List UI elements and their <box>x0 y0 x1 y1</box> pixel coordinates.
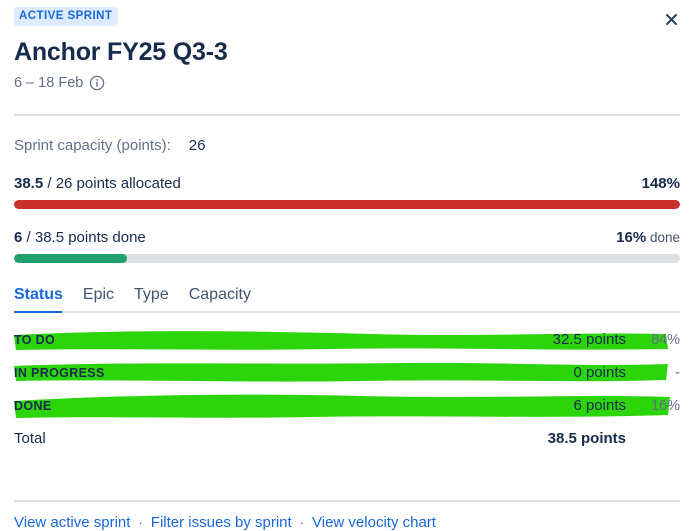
points-done-text: 6 / 38.5 points done <box>14 228 146 247</box>
tabs-active-indicator <box>14 311 62 313</box>
link-separator: · <box>299 515 305 530</box>
tab-status[interactable]: Status <box>14 285 63 313</box>
row-points: 0 points <box>573 364 626 381</box>
link-view-active-sprint[interactable]: View active sprint <box>14 514 130 531</box>
sprint-details-panel: ACTIVE SPRINT Anchor FY25 Q3-3 6 – 18 Fe… <box>0 0 694 531</box>
points-allocated-text: 38.5 / 26 points allocated <box>14 174 181 193</box>
table-row[interactable]: DONE 6 points 16% <box>14 389 680 422</box>
points-done-percent: 16% done <box>616 228 680 247</box>
points-allocated-label: 38.5 / 26 points allocated 148% <box>14 174 680 193</box>
points-done-bar <box>14 254 680 263</box>
total-label: Total <box>14 430 46 447</box>
status-breakdown-table: TO DO 32.5 points 84% IN PROGRESS 0 poin… <box>0 323 694 455</box>
row-name: TO DO <box>14 332 56 347</box>
row-points: 6 points <box>573 397 626 414</box>
page-title: Anchor FY25 Q3-3 <box>14 38 228 66</box>
sprint-capacity-row: Sprint capacity (points): 26 <box>14 116 680 155</box>
table-row[interactable]: TO DO 32.5 points 84% <box>14 323 680 356</box>
sprint-date-range-text: 6 – 18 Feb <box>14 75 84 91</box>
row-percent: - <box>675 364 680 381</box>
row-name: IN PROGRESS <box>14 365 105 380</box>
points-allocated-bar <box>14 200 680 209</box>
points-allocated-meter: 38.5 / 26 points allocated 148% <box>14 174 680 209</box>
info-circle-icon[interactable] <box>89 75 105 91</box>
tabs-rail <box>14 311 680 313</box>
row-points: 32.5 points <box>552 331 626 348</box>
table-row[interactable]: IN PROGRESS 0 points - <box>14 356 680 389</box>
row-name: DONE <box>14 398 52 413</box>
total-points: 38.5 points <box>547 430 626 447</box>
close-icon <box>664 12 679 30</box>
breakdown-tabs: Status Epic Type Capacity <box>0 285 694 313</box>
tab-type[interactable]: Type <box>134 285 169 313</box>
row-percent: 84% <box>650 331 680 348</box>
points-allocated-percent: 148% <box>641 175 680 192</box>
panel-header: ACTIVE SPRINT Anchor FY25 Q3-3 6 – 18 Fe… <box>0 0 694 92</box>
tab-epic[interactable]: Epic <box>83 285 114 313</box>
status-badge: ACTIVE SPRINT <box>14 7 119 26</box>
panel-footer: View active sprint · Filter issues by sp… <box>0 500 694 531</box>
close-button[interactable] <box>656 6 686 36</box>
points-allocated-lead: 38.5 <box>14 175 44 192</box>
link-view-velocity-chart[interactable]: View velocity chart <box>312 514 436 531</box>
table-row-total: Total 38.5 points <box>14 422 680 455</box>
row-percent: 16% <box>650 397 680 414</box>
sprint-capacity-label: Sprint capacity (points): <box>14 137 171 154</box>
sprint-date-range: 6 – 18 Feb <box>14 74 680 92</box>
sprint-capacity-value: 26 <box>188 137 206 154</box>
points-allocated-bar-fill <box>14 200 680 209</box>
points-allocated-rest: / 26 points allocated <box>43 175 181 192</box>
points-done-label: 6 / 38.5 points done 16% done <box>14 228 680 247</box>
capacity-section: Sprint capacity (points): 26 38.5 / 26 p… <box>0 116 694 263</box>
points-done-bar-fill <box>14 254 128 263</box>
link-separator: · <box>138 515 143 530</box>
footer-links: View active sprint · Filter issues by sp… <box>14 502 680 531</box>
points-done-rest: / 38.5 points done <box>22 229 146 246</box>
points-done-meter: 6 / 38.5 points done 16% done <box>14 228 680 263</box>
tab-capacity[interactable]: Capacity <box>189 285 251 313</box>
link-filter-issues-by-sprint[interactable]: Filter issues by sprint <box>151 514 292 531</box>
points-done-percent-value: 16% <box>616 229 647 246</box>
points-done-percent-suffix: done <box>646 230 680 245</box>
